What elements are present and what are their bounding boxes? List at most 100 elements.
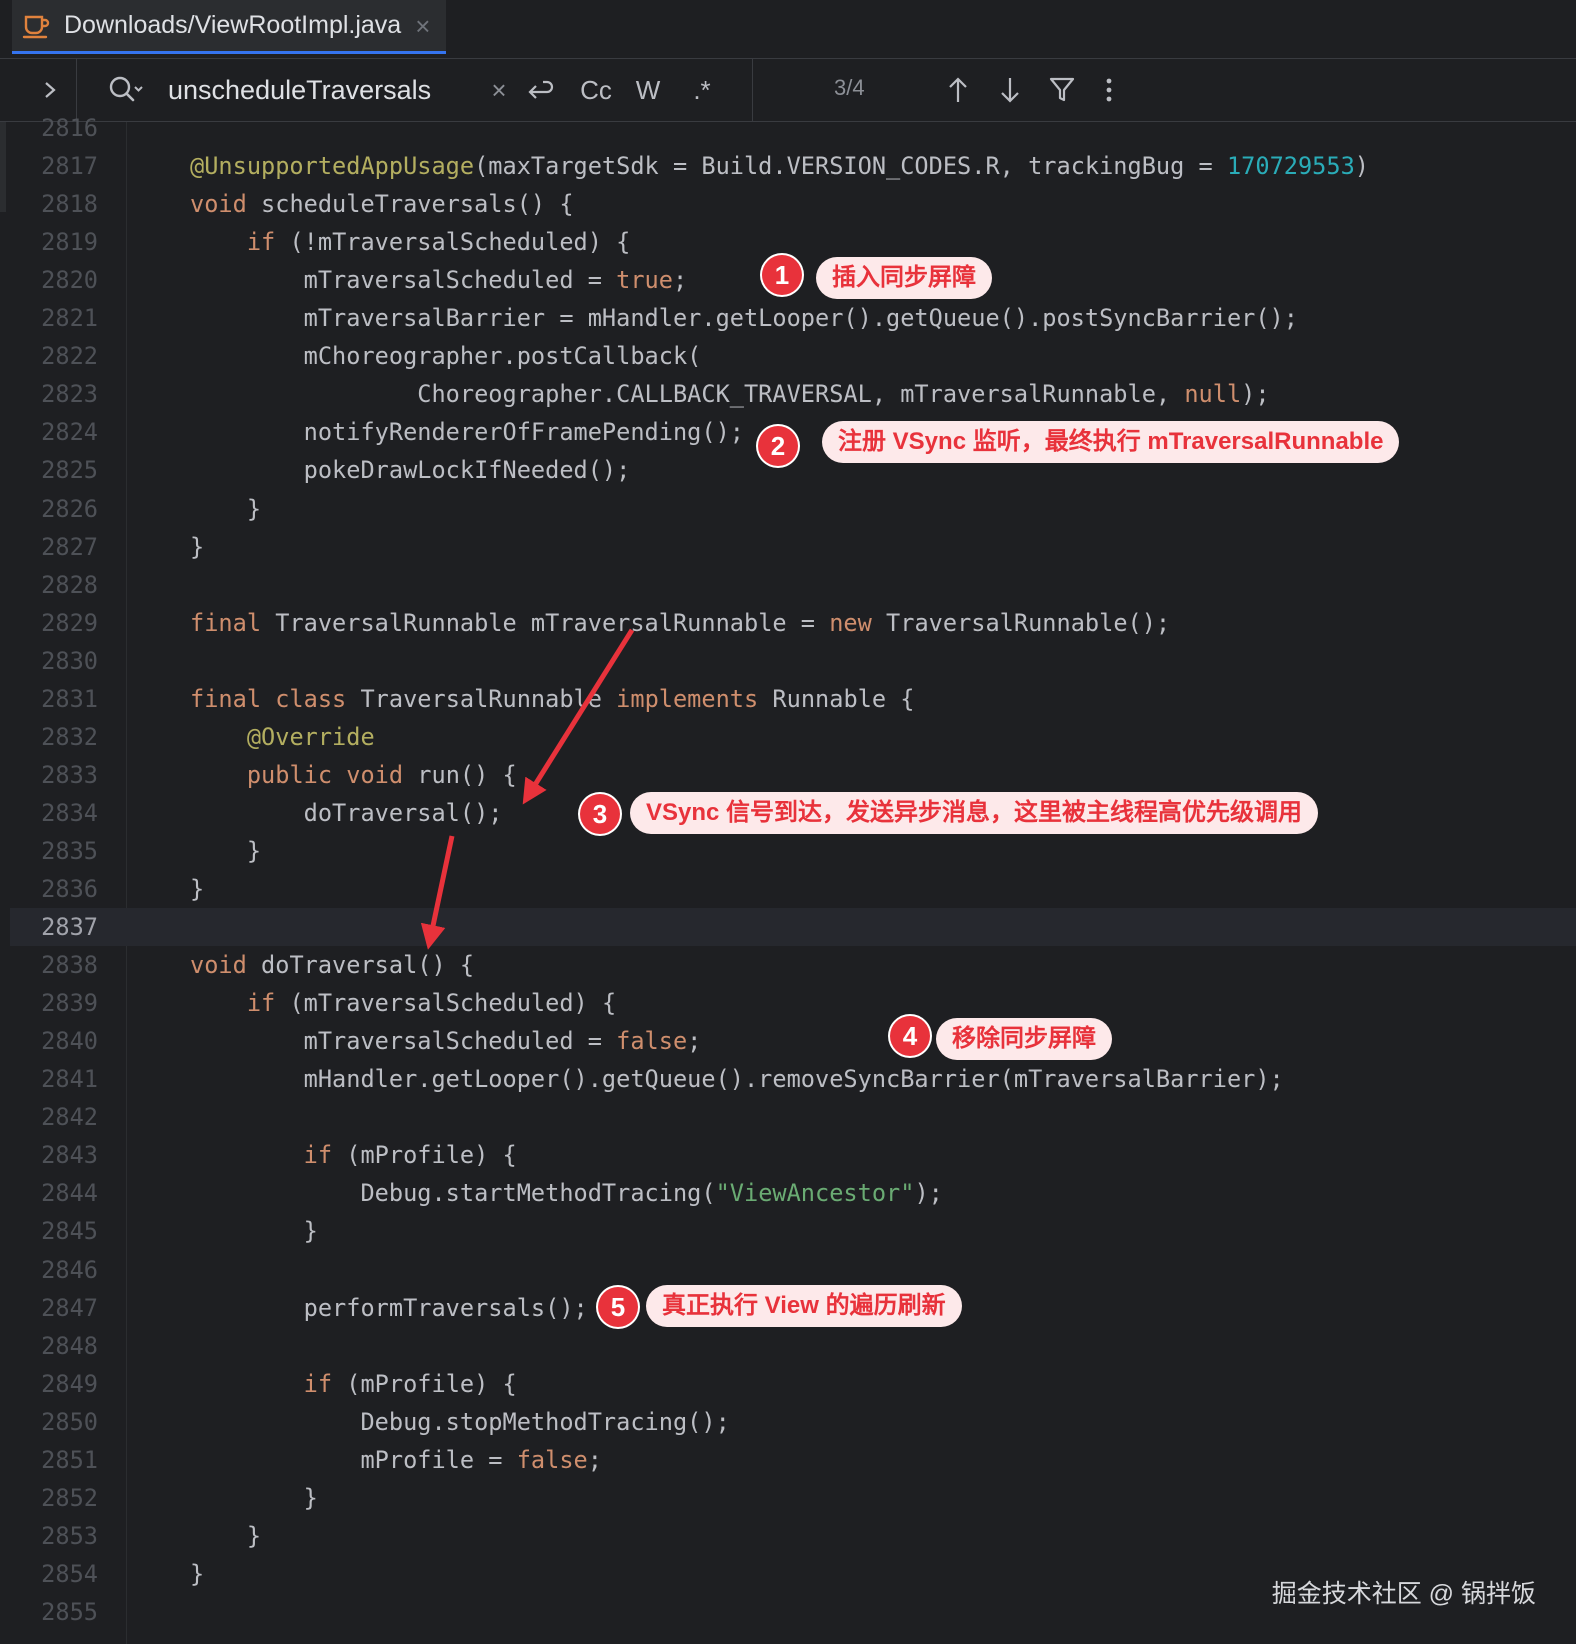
line-number: 2848	[41, 1331, 98, 1360]
code-token: }	[190, 875, 205, 903]
code-token: mHandler.getLooper().getQueue().removeSy…	[190, 1065, 1284, 1094]
line-number: 2823	[41, 380, 98, 409]
code-token: run() {	[417, 760, 517, 789]
code-line[interactable]: 2846	[10, 1251, 1576, 1289]
code-token: }	[190, 1521, 262, 1550]
line-number: 2818	[41, 190, 98, 219]
code-line[interactable]: 2816	[10, 109, 1576, 147]
regex-button[interactable]: .*	[684, 72, 720, 108]
code-line[interactable]: 2827}	[10, 528, 1576, 566]
code-line[interactable]: 2838 void doTraversal() {	[10, 946, 1576, 984]
next-match-button[interactable]	[992, 72, 1028, 108]
code-line[interactable]: 2835 }	[10, 832, 1576, 870]
code-line[interactable]: 2831 final class TraversalRunnable implem…	[10, 680, 1576, 718]
code-line[interactable]: 2819 if (!mTraversalScheduled) {	[10, 223, 1576, 261]
code-line[interactable]: 2843 if (mProfile) {	[10, 1136, 1576, 1174]
code-line[interactable]: 2839 if (mTraversalScheduled) {	[10, 984, 1576, 1022]
annotation-badge-2: 2	[758, 426, 798, 466]
code-token: Debug.startMethodTracing(	[190, 1179, 716, 1208]
code-line[interactable]: 2850 Debug.stopMethodTracing();	[10, 1403, 1576, 1441]
code-line[interactable]: 2852 }	[10, 1479, 1576, 1517]
code-token: }	[190, 1483, 318, 1512]
code-line[interactable]: 2832 @Override	[10, 718, 1576, 756]
code-line[interactable]: 2828	[10, 566, 1576, 604]
code-token: if	[246, 228, 290, 257]
line-number: 2841	[41, 1065, 98, 1094]
code-token: true	[616, 266, 673, 295]
match-case-button[interactable]: Cc	[574, 72, 618, 108]
line-number: 2822	[41, 342, 98, 371]
annotation-callout-2: 注册 VSync 监听，最终执行 mTraversalRunnable	[822, 421, 1400, 463]
whole-words-button[interactable]: W	[630, 72, 666, 108]
search-history-button[interactable]	[106, 73, 146, 107]
code-text: @Override	[190, 718, 375, 756]
code-line[interactable]: 2822 mChoreographer.postCallback(	[10, 337, 1576, 375]
code-text: }	[190, 1517, 261, 1555]
code-token: null	[1184, 380, 1242, 409]
code-line[interactable]: 2837	[10, 908, 1576, 947]
code-line[interactable]: 2826 }	[10, 490, 1576, 528]
code-text: final TraversalRunnable mTraversalRunnab…	[190, 604, 1170, 642]
code-line[interactable]: 2848	[10, 1327, 1576, 1365]
filter-icon	[1049, 77, 1075, 102]
code-line[interactable]: 2844 Debug.startMethodTracing("ViewAnces…	[10, 1174, 1576, 1212]
code-line[interactable]: 2841 mHandler.getLooper().getQueue().rem…	[10, 1060, 1576, 1098]
code-line[interactable]: 2823 Choreographer.CALLBACK_TRAVERSAL, m…	[10, 375, 1576, 413]
code-line[interactable]: 2845 }	[10, 1212, 1576, 1250]
code-token: }	[190, 494, 262, 523]
code-line[interactable]: 2829 final TraversalRunnable mTraversalRu…	[10, 604, 1576, 642]
line-number: 2843	[41, 1141, 98, 1170]
tab-title: Downloads/ViewRootImpl.java	[64, 11, 402, 39]
arrow-up-icon	[949, 77, 967, 102]
annotation-badge-4: 4	[890, 1016, 930, 1056]
line-number: 2844	[41, 1179, 98, 1208]
line-number: 2834	[41, 798, 98, 827]
code-token: mTraversalBarrier = mHandler.getLooper()…	[190, 304, 1298, 333]
code-editor[interactable]: 2816 2817 @UnsupportedAppUsage(maxTargetSd…	[10, 114, 1576, 1644]
line-number: 2854	[41, 1559, 98, 1588]
filter-button[interactable]	[1044, 72, 1080, 108]
code-text: Debug.startMethodTracing("ViewAncestor")…	[190, 1174, 942, 1212]
tab-close-icon[interactable]: ×	[415, 13, 430, 39]
code-token: (!mTraversalScheduled) {	[289, 228, 631, 257]
code-token: ;	[587, 1445, 602, 1474]
line-number: 2832	[41, 722, 98, 751]
code-line[interactable]: 2840 mTraversalScheduled = false;	[10, 1022, 1576, 1060]
code-token: if	[246, 989, 290, 1018]
clear-search-button[interactable]: ×	[484, 72, 514, 108]
code-token: TraversalRunnable mTraversalRunnable =	[275, 608, 830, 637]
code-line[interactable]: 2821 mTraversalBarrier = mHandler.getLoo…	[10, 299, 1576, 337]
search-input[interactable]	[168, 69, 478, 111]
previous-match-button[interactable]	[940, 72, 976, 108]
code-token: }	[190, 532, 205, 561]
line-number: 2837	[41, 913, 98, 942]
code-token: TraversalRunnable	[360, 684, 617, 713]
line-number: 2824	[41, 418, 98, 447]
code-line[interactable]: 2817 @UnsupportedAppUsage(maxTargetSdk = …	[10, 147, 1576, 185]
line-number: 2817	[41, 152, 98, 181]
code-line[interactable]: 2853 }	[10, 1517, 1576, 1555]
newline-button[interactable]	[520, 72, 560, 108]
code-line[interactable]: 2833 public void run() {	[10, 756, 1576, 794]
code-token: @UnsupportedAppUsage	[190, 152, 475, 181]
code-line[interactable]: 2830	[10, 642, 1576, 680]
more-options-button[interactable]	[1094, 72, 1124, 108]
line-number: 2829	[41, 608, 98, 637]
code-line[interactable]: 2849 if (mProfile) {	[10, 1365, 1576, 1403]
code-line[interactable]: 2851 mProfile = false;	[10, 1441, 1576, 1479]
line-number: 2820	[41, 266, 98, 295]
line-number: 2825	[41, 456, 98, 485]
code-token: (mProfile) {	[346, 1141, 517, 1170]
line-number: 2855	[41, 1597, 98, 1626]
code-token: void	[190, 951, 262, 980]
code-line[interactable]: 2836}	[10, 870, 1576, 908]
search-icon	[109, 76, 143, 102]
code-line[interactable]: 2818 void scheduleTraversals() {	[10, 185, 1576, 223]
arrow-down-icon	[1001, 78, 1019, 103]
tab-viewrootimpl[interactable]: Downloads/ViewRootImpl.java ×	[12, 0, 446, 54]
code-line[interactable]: 2842	[10, 1098, 1576, 1136]
line-number: 2835	[41, 836, 98, 865]
